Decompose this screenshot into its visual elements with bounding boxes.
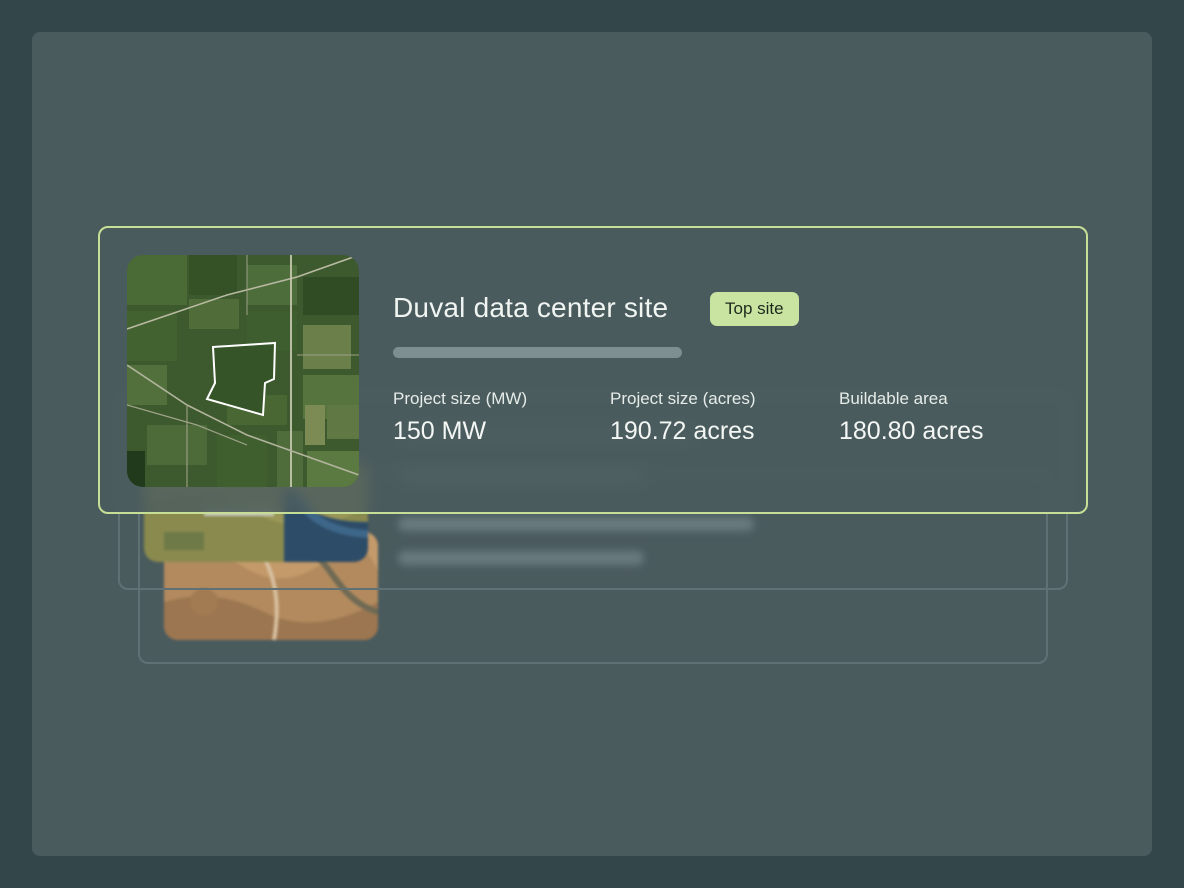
stat-project-size-acres: Project size (acres) 190.72 acres	[610, 388, 755, 448]
stat-value: 180.80 acres	[839, 417, 984, 445]
site-map-thumbnail[interactable]	[127, 255, 359, 487]
top-site-badge: Top site	[710, 292, 799, 326]
placeholder-line	[398, 551, 644, 565]
stat-project-size-mw: Project size (MW) 150 MW	[393, 388, 527, 448]
site-title: Duval data center site	[393, 292, 669, 323]
site-list-panel: Duval data center site Top site Project …	[32, 32, 1152, 856]
status-progress-bar	[393, 347, 682, 358]
stat-value: 190.72 acres	[610, 417, 755, 445]
stat-label: Buildable area	[839, 389, 948, 408]
placeholder-line	[398, 517, 754, 531]
stat-buildable-area: Buildable area 180.80 acres	[839, 388, 984, 448]
stat-label: Project size (acres)	[610, 389, 756, 408]
stat-value: 150 MW	[393, 417, 487, 445]
app-frame: Duval data center site Top site Project …	[0, 0, 1184, 888]
stat-label: Project size (MW)	[393, 389, 528, 408]
top-site-card[interactable]: Duval data center site Top site Project …	[98, 226, 1088, 514]
satellite-map-icon	[127, 255, 359, 487]
